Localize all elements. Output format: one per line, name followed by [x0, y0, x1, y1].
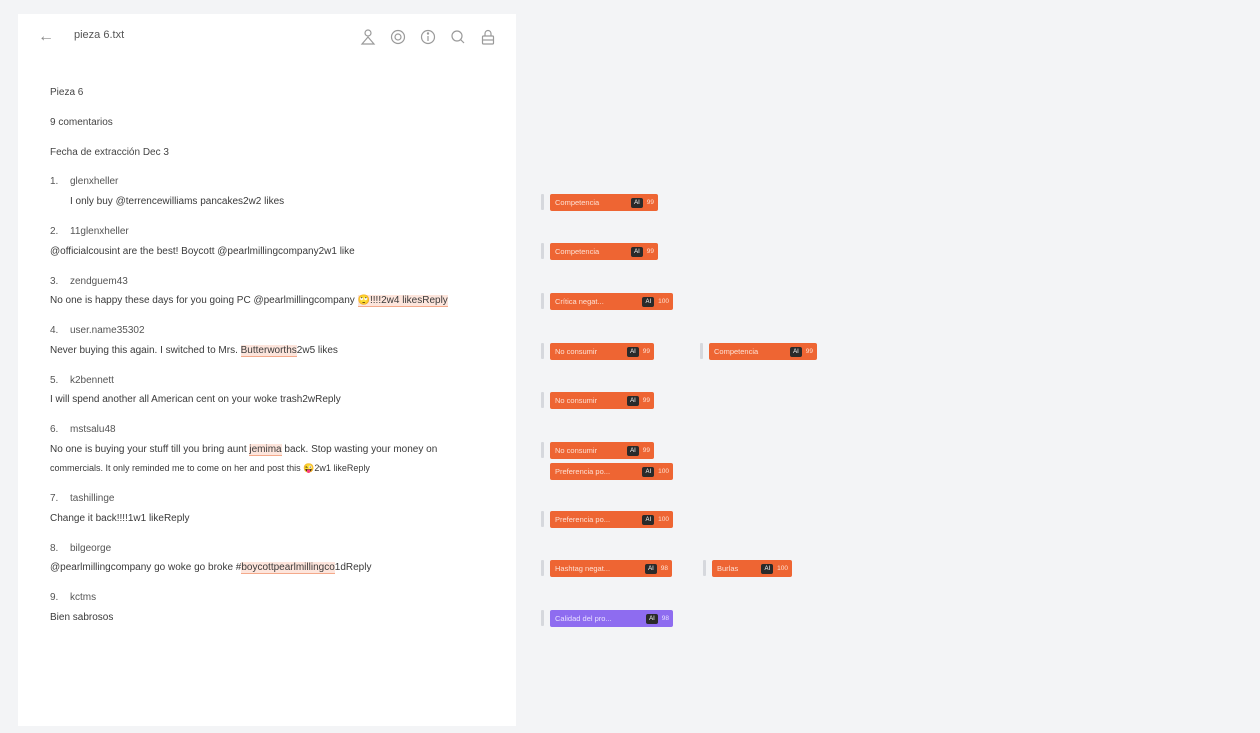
annotation-tag[interactable]: Preferencia po... AI 100 — [550, 463, 673, 480]
comment-username: kctms — [70, 592, 97, 603]
annotation-marker — [541, 194, 544, 210]
ai-badge: AI — [642, 296, 655, 307]
annotation-marker — [541, 511, 544, 527]
ai-badge: AI — [642, 466, 655, 477]
document-panel: ← pieza 6.txt Pieza 6 9 comentarios Fech… — [18, 14, 516, 726]
comment-number: 9. — [50, 592, 59, 603]
annotation-tag[interactable]: No consumir AI 99 — [550, 392, 654, 409]
comment-text: Change it back!!!!1w1 likeReply — [50, 513, 190, 524]
annotation-marker — [541, 392, 544, 408]
annotation-marker — [700, 343, 703, 359]
comment-text: @pearlmillingcompany go woke go broke #b… — [50, 562, 372, 574]
ai-badge: AI — [790, 346, 802, 357]
comment-text: @officialcousint are the best! Boycott @… — [50, 246, 355, 257]
comment-number: 8. — [50, 543, 59, 554]
annotation-tag[interactable]: Hashtag negat... AI 98 — [550, 560, 672, 577]
user-icon[interactable] — [358, 27, 378, 47]
ai-badge: AI — [631, 246, 643, 257]
annotation-tag[interactable]: Burlas AI 100 — [712, 560, 792, 577]
ai-badge: AI — [631, 197, 643, 208]
comment-number: 5. — [50, 375, 59, 386]
comment-text: I only buy @terrencewilliams pancakes2w2… — [70, 196, 285, 207]
arrow-left-icon[interactable]: ← — [38, 28, 56, 46]
annotation-marker — [703, 560, 706, 576]
search-icon[interactable] — [448, 27, 468, 47]
comment-number: 6. — [50, 424, 59, 435]
comment-username: tashillinge — [70, 493, 115, 504]
comment-number: 1. — [50, 176, 59, 187]
comment-username: glenxheller — [70, 176, 119, 187]
annotation-tag[interactable]: Crítica negat... AI 100 — [550, 293, 673, 310]
comments-count: 9 comentarios — [50, 117, 113, 128]
comment-username: bilgeorge — [70, 543, 112, 554]
file-title: pieza 6.txt — [74, 29, 125, 41]
ai-badge: AI — [761, 563, 774, 574]
annotation-tag[interactable]: No consumir AI 99 — [550, 442, 654, 459]
comment-username: 11glenxheller — [70, 226, 129, 237]
ai-badge: AI — [627, 346, 639, 357]
comment-number: 2. — [50, 226, 59, 237]
globe-icon[interactable] — [388, 27, 408, 47]
comment-text-continued: commercials. It only reminded me to come… — [50, 463, 370, 473]
comment-text: No one is buying your stuff till you bri… — [50, 444, 438, 456]
comment-username: zendguem43 — [70, 276, 128, 287]
comment-text: I will spend another all American cent o… — [50, 394, 341, 405]
extraction-date: Fecha de extracción Dec 3 — [50, 147, 169, 158]
annotation-marker — [541, 442, 544, 458]
info-icon[interactable] — [418, 27, 438, 47]
comment-number: 7. — [50, 493, 59, 504]
annotation-tag[interactable]: Calidad del pro... AI 98 — [550, 610, 673, 627]
ai-badge: AI — [627, 395, 639, 406]
lock-icon[interactable] — [478, 27, 498, 47]
ai-badge: AI — [645, 563, 657, 574]
ai-badge: AI — [627, 445, 639, 456]
annotation-marker — [541, 343, 544, 359]
comment-username: mstsalu48 — [70, 424, 116, 435]
ai-badge: AI — [642, 514, 655, 525]
annotation-marker — [541, 610, 544, 626]
comment-text: Bien sabrosos — [50, 612, 114, 623]
comment-text: Never buying this again. I switched to M… — [50, 345, 338, 357]
annotation-tag[interactable]: Competencia AI 99 — [550, 243, 658, 260]
document-title: Pieza 6 — [50, 87, 84, 98]
annotation-marker — [541, 560, 544, 576]
comment-username: k2bennett — [70, 375, 114, 386]
annotation-marker — [541, 293, 544, 309]
comment-text: No one is happy these days for you going… — [50, 295, 448, 307]
annotation-marker — [541, 243, 544, 259]
document-toolbar: ← pieza 6.txt — [18, 14, 516, 60]
comment-username: user.name35302 — [70, 325, 145, 336]
comment-number: 4. — [50, 325, 59, 336]
annotation-tag[interactable]: Preferencia po... AI 100 — [550, 511, 673, 528]
annotation-tag[interactable]: Competencia AI 99 — [550, 194, 658, 211]
ai-badge: AI — [646, 613, 658, 624]
comment-number: 3. — [50, 276, 59, 287]
annotation-tag[interactable]: Competencia AI 99 — [709, 343, 817, 360]
annotation-tag[interactable]: No consumir AI 99 — [550, 343, 654, 360]
